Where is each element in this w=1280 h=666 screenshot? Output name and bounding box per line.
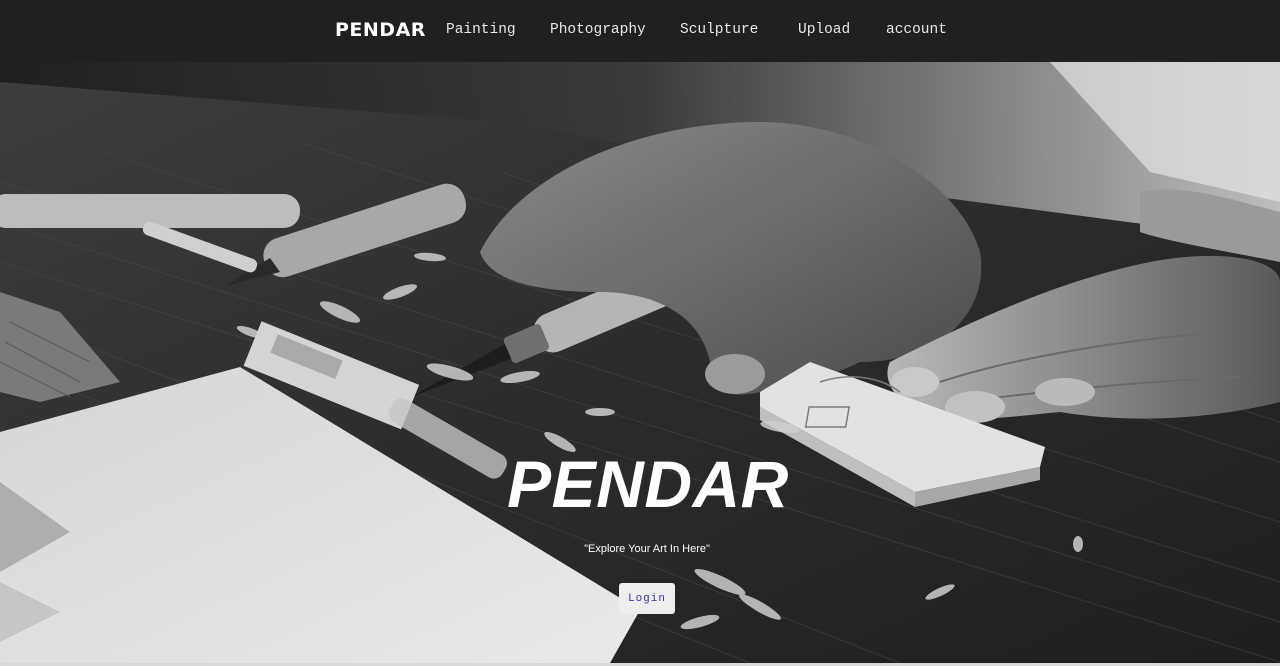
hero-section: PENDAR "Explore Your Art In Here" Login — [0, 62, 1280, 663]
login-button[interactable]: Login — [619, 583, 675, 614]
brand-logo[interactable]: PENDAR — [335, 19, 426, 41]
nav-link-sculpture[interactable]: Sculpture — [680, 22, 758, 38]
top-navbar: PENDAR Painting Photography Sculpture Up… — [0, 0, 1280, 62]
hero-tagline: "Explore Your Art In Here" — [584, 543, 710, 555]
nav-link-photography[interactable]: Photography — [550, 22, 646, 38]
nav-link-painting[interactable]: Painting — [446, 22, 516, 38]
hero-title: PENDAR — [507, 447, 789, 521]
nav-link-upload[interactable]: Upload — [798, 22, 850, 38]
hero-background-image — [0, 62, 1280, 663]
nav-link-account[interactable]: account — [886, 22, 947, 38]
